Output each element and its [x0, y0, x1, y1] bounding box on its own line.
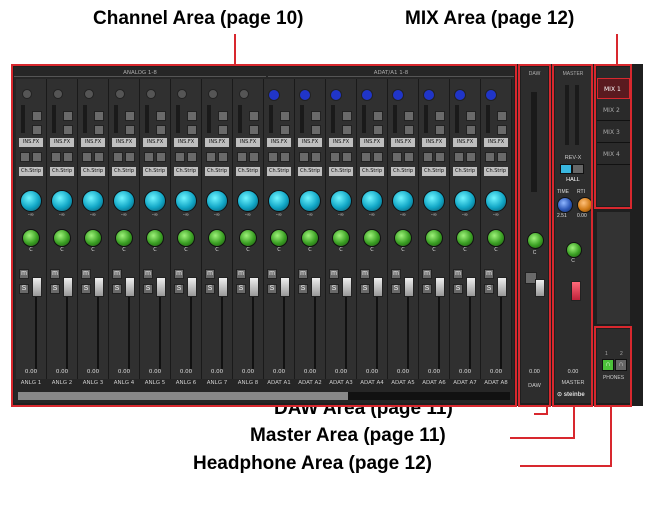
headphone-area-callout: Headphone Area (page 12): [193, 453, 432, 474]
headphone-callout-line-h: [520, 465, 612, 467]
mix-area-callout: MIX Area (page 12): [405, 8, 575, 29]
master-callout-line-h: [510, 437, 575, 439]
daw-callout-line-h: [534, 413, 548, 415]
daw-area-frame: [518, 64, 551, 407]
master-area-frame: [552, 64, 593, 407]
headphone-area-frame: [594, 326, 632, 407]
channel-callout-line: [234, 34, 236, 66]
channel-area-callout: Channel Area (page 10): [93, 8, 304, 29]
headphone-callout-line-v: [610, 405, 612, 467]
master-callout-line-v: [573, 405, 575, 439]
mix-callout-line: [616, 34, 618, 66]
mix-area-frame: [594, 64, 632, 209]
master-area-callout: Master Area (page 11): [250, 425, 446, 446]
side-panel-spacer: [597, 212, 630, 324]
channel-area-frame: [11, 64, 517, 407]
